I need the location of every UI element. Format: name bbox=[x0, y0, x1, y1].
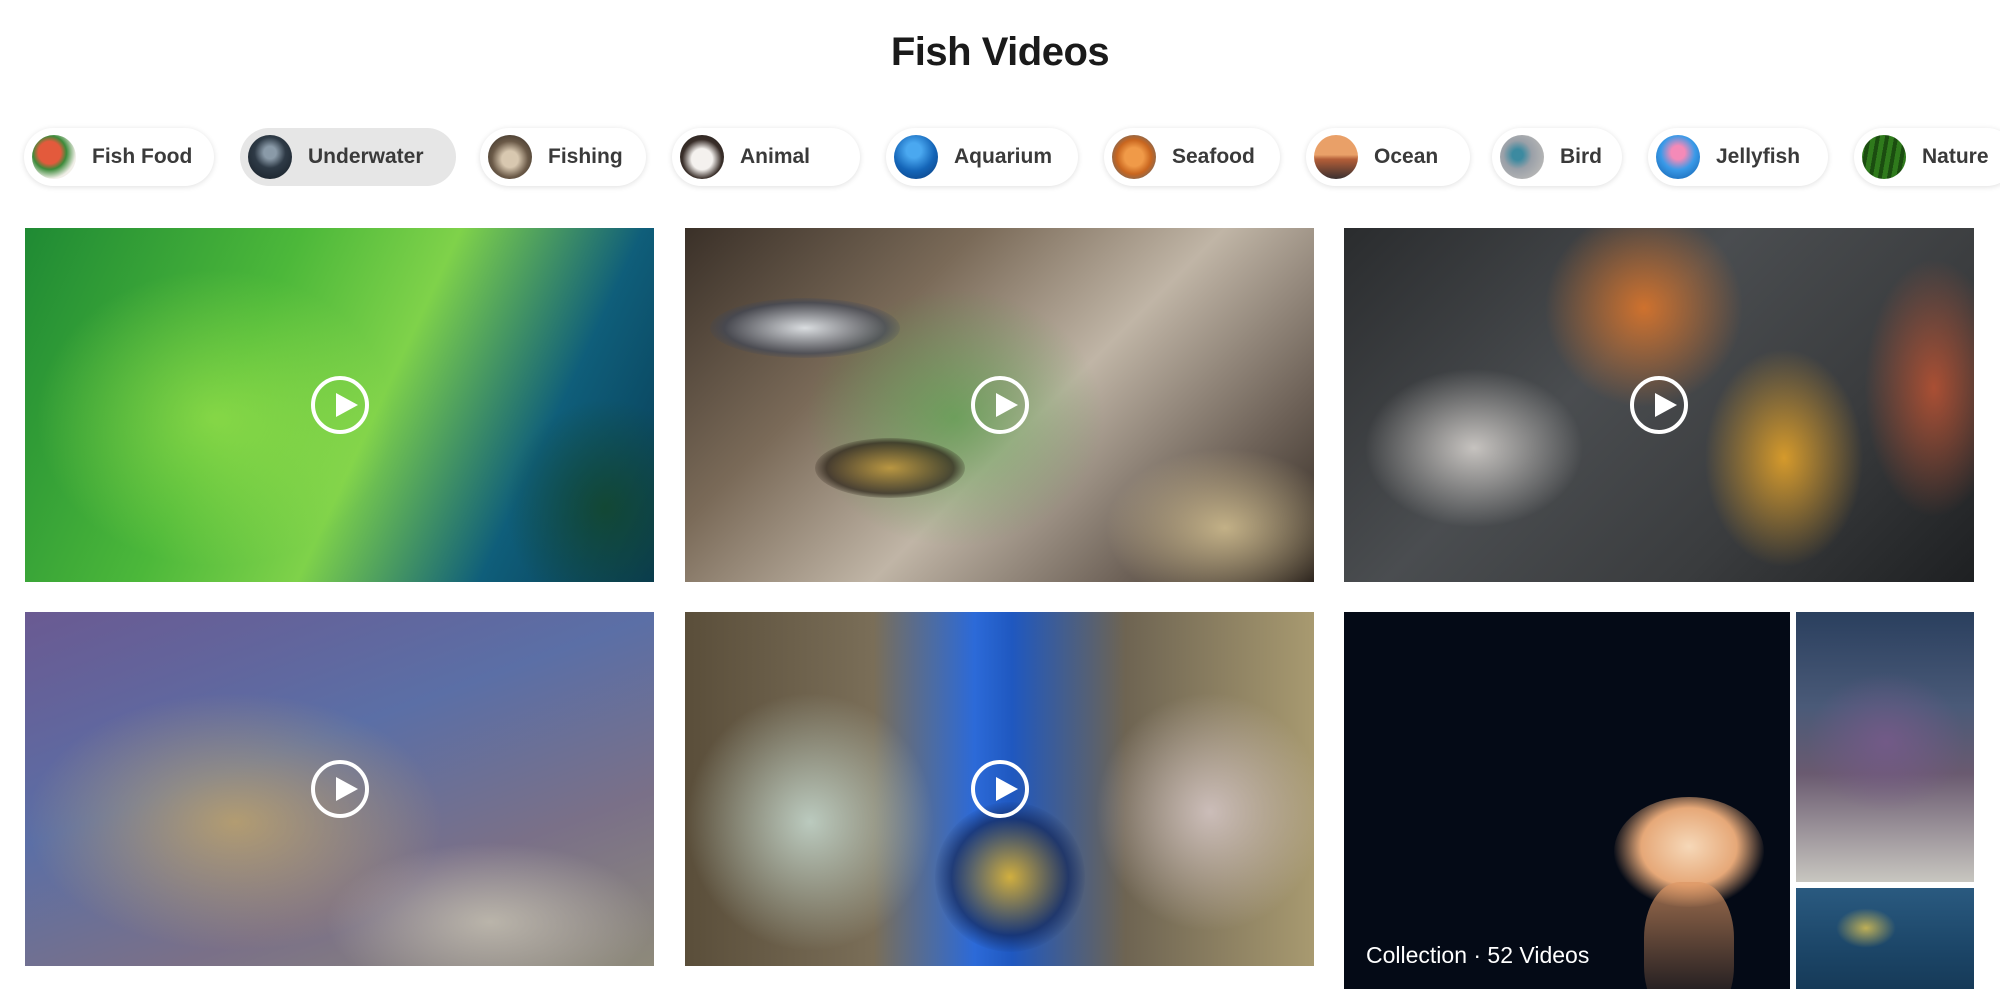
chip-fish-food[interactable]: Fish Food bbox=[24, 128, 214, 186]
white-koi bbox=[1364, 368, 1584, 528]
chip-animal[interactable]: Animal bbox=[672, 128, 860, 186]
rock-highlight bbox=[1105, 448, 1314, 582]
chip-label: Nature bbox=[1922, 145, 1989, 168]
nature-thumbnail bbox=[1862, 135, 1906, 179]
collection-thumb-reef[interactable] bbox=[1796, 612, 1974, 882]
collection-tile-jellyfish[interactable]: Collection · 52 Videos bbox=[1344, 612, 1790, 989]
tang-fish bbox=[935, 802, 1085, 952]
red-koi bbox=[1864, 258, 1974, 518]
chip-label: Jellyfish bbox=[1716, 145, 1801, 168]
coral-right bbox=[1095, 692, 1314, 932]
chip-label: Aquarium bbox=[954, 145, 1053, 168]
video-tile-cichlid-aquarium[interactable] bbox=[685, 228, 1314, 582]
chip-label: Bird bbox=[1560, 145, 1602, 168]
play-icon[interactable] bbox=[310, 376, 369, 434]
video-tile-koi-pond[interactable] bbox=[1344, 228, 1974, 582]
video-tile-yellow-snapper-school[interactable] bbox=[25, 228, 654, 582]
fish-food-thumbnail bbox=[32, 135, 76, 179]
chip-label: Fishing bbox=[548, 145, 623, 168]
striped-fish bbox=[710, 298, 900, 358]
yellow-fish bbox=[815, 438, 965, 498]
bird-thumbnail bbox=[1500, 135, 1544, 179]
collection-label: Collection · 52 Videos bbox=[1366, 942, 1590, 968]
reef-shadow bbox=[505, 398, 654, 582]
video-tile-yellow-striped-fish[interactable] bbox=[25, 612, 654, 966]
play-icon[interactable] bbox=[970, 376, 1029, 434]
chip-label: Ocean bbox=[1374, 145, 1439, 168]
play-icon[interactable] bbox=[1630, 376, 1688, 434]
chip-label: Animal bbox=[740, 145, 811, 168]
chip-fishing[interactable]: Fishing bbox=[480, 128, 646, 186]
underwater-thumbnail bbox=[248, 135, 292, 179]
chip-jellyfish[interactable]: Jellyfish bbox=[1648, 128, 1828, 186]
aquarium-thumbnail bbox=[894, 135, 938, 179]
page-title: Fish Videos bbox=[890, 30, 1110, 74]
animal-thumbnail bbox=[680, 135, 724, 179]
play-icon[interactable] bbox=[970, 760, 1029, 818]
play-icon[interactable] bbox=[310, 760, 369, 818]
jellyfish-tentacles bbox=[1644, 882, 1734, 989]
chip-nature[interactable]: Nature bbox=[1854, 128, 2000, 186]
coral-left bbox=[685, 692, 935, 952]
reef-coral bbox=[1806, 672, 1966, 812]
chip-label: Underwater bbox=[308, 145, 424, 168]
chip-ocean[interactable]: Ocean bbox=[1306, 128, 1470, 186]
small-fish bbox=[1836, 908, 1896, 948]
ocean-thumbnail bbox=[1314, 135, 1358, 179]
chip-label: Seafood bbox=[1172, 145, 1255, 168]
seafood-thumbnail bbox=[1112, 135, 1156, 179]
fishing-thumbnail bbox=[488, 135, 532, 179]
chip-seafood[interactable]: Seafood bbox=[1104, 128, 1280, 186]
chip-underwater[interactable]: Underwater bbox=[240, 128, 456, 186]
chip-bird[interactable]: Bird bbox=[1492, 128, 1622, 186]
collection-thumb-fish[interactable] bbox=[1796, 888, 1974, 989]
gold-koi bbox=[1704, 348, 1864, 568]
video-tile-coral-reef[interactable] bbox=[685, 612, 1314, 966]
chip-label: Fish Food bbox=[92, 145, 193, 168]
jellyfish-thumbnail bbox=[1656, 135, 1700, 179]
chip-aquarium[interactable]: Aquarium bbox=[886, 128, 1078, 186]
